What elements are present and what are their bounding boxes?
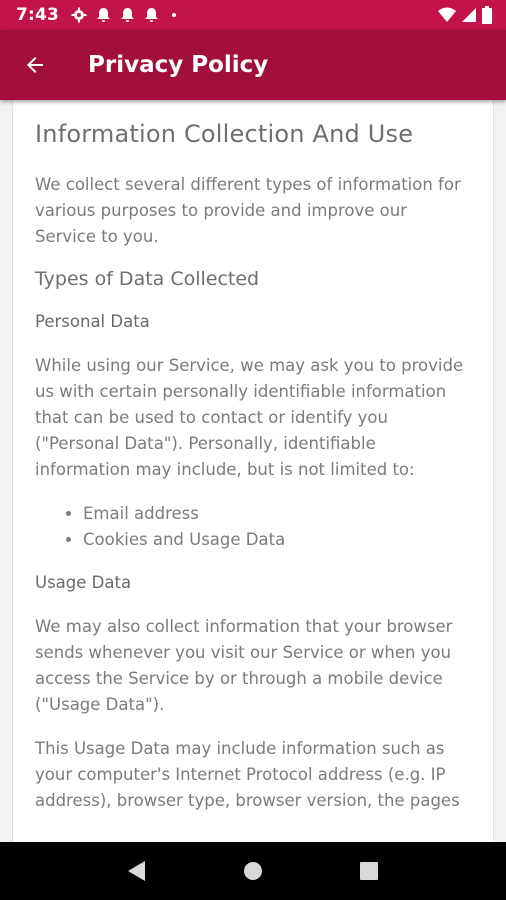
signal-icon bbox=[462, 8, 476, 22]
types-heading: Types of Data Collected bbox=[35, 268, 260, 290]
page-title: Privacy Policy bbox=[88, 52, 269, 78]
status-notification-icons bbox=[71, 7, 177, 23]
battery-icon bbox=[482, 6, 492, 24]
status-time: 7:43 bbox=[16, 5, 60, 25]
status-system-icons bbox=[438, 6, 492, 24]
notification-bell-icon bbox=[145, 8, 159, 22]
content-scroll-area[interactable]: Information Collection And Use We collec… bbox=[0, 100, 506, 842]
notification-bell-icon bbox=[97, 8, 111, 22]
dot-icon bbox=[172, 13, 177, 17]
notification-bell-icon bbox=[121, 8, 135, 22]
personal-data-heading: Personal Data bbox=[35, 312, 150, 331]
app-bar: Privacy Policy bbox=[0, 30, 506, 100]
policy-card: Information Collection And Use We collec… bbox=[12, 100, 494, 842]
back-button[interactable] bbox=[12, 42, 58, 88]
system-nav-bar bbox=[0, 842, 506, 900]
section-heading: Information Collection And Use bbox=[35, 120, 414, 148]
home-circle-icon[interactable] bbox=[242, 860, 264, 882]
personal-data-paragraph: While using our Service, we may ask you … bbox=[35, 356, 464, 479]
personal-data-list: Email address Cookies and Usage Data bbox=[35, 501, 471, 553]
status-bar: 7:43 bbox=[0, 0, 506, 30]
list-item: Email address bbox=[83, 501, 471, 527]
wifi-icon bbox=[438, 7, 456, 22]
usage-data-paragraph-2: This Usage Data may include information … bbox=[35, 739, 460, 810]
usage-data-heading: Usage Data bbox=[35, 573, 132, 592]
gear-icon bbox=[71, 7, 87, 23]
usage-data-paragraph: We may also collect information that you… bbox=[35, 617, 453, 714]
arrow-left-icon bbox=[27, 57, 43, 73]
back-triangle-icon[interactable] bbox=[127, 860, 147, 882]
recents-square-icon[interactable] bbox=[359, 861, 379, 881]
intro-paragraph: We collect several different types of in… bbox=[35, 175, 461, 246]
list-item: Cookies and Usage Data bbox=[83, 527, 471, 553]
